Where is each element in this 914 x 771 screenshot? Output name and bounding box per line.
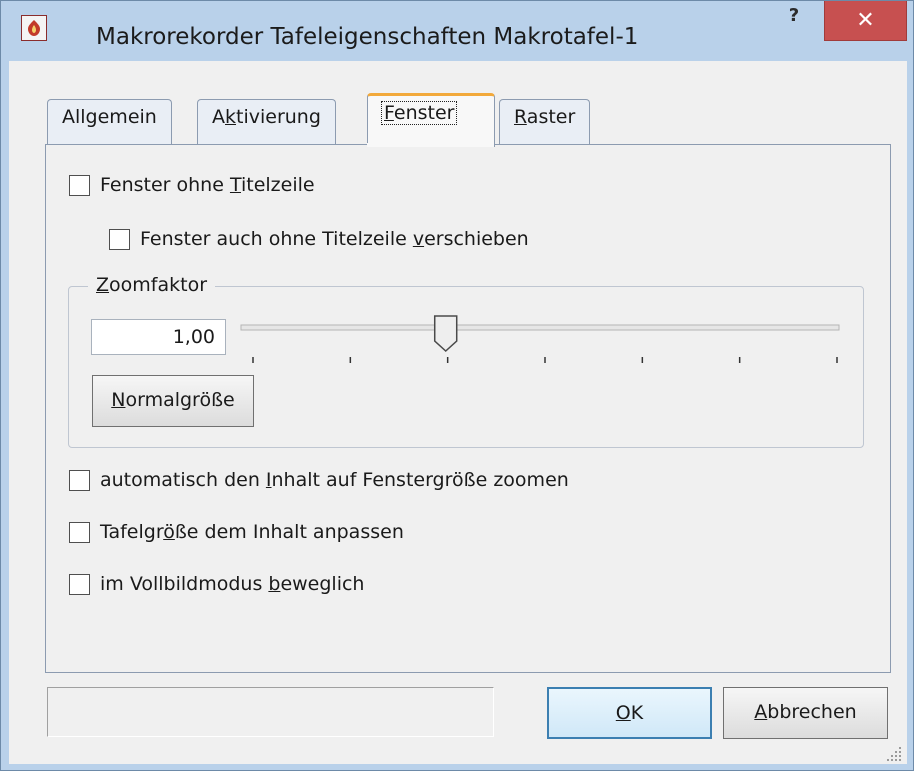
close-icon: ✕ <box>856 8 875 33</box>
cancel-button[interactable]: Abbrechen <box>723 687 888 739</box>
option-label: Tafelgröße dem Inhalt anpassen <box>100 521 404 543</box>
close-button[interactable]: ✕ <box>824 1 907 41</box>
checkbox[interactable] <box>69 469 90 491</box>
zoom-value-field[interactable]: 1,00 <box>91 319 226 355</box>
help-button[interactable]: ? <box>771 3 817 35</box>
option-label: Fenster auch ohne Titelzeile verschieben <box>140 228 529 250</box>
tab-raster[interactable]: Raster <box>499 99 591 145</box>
checkbox[interactable] <box>69 521 90 543</box>
zoom-slider[interactable] <box>235 313 845 365</box>
ok-button[interactable]: OK <box>547 687 712 739</box>
tab-fenster[interactable]: Fenster <box>367 93 495 147</box>
option-auto-zoom[interactable]: automatisch den Inhalt auf Fenstergröße … <box>69 469 569 491</box>
option-no-titlebar[interactable]: Fenster ohne Titelzeile <box>69 174 315 196</box>
dialog-window: Makrorekorder Tafeleigenschaften Makrota… <box>0 0 914 771</box>
slider-ticks <box>252 357 838 363</box>
status-field <box>47 687 494 737</box>
tab-label: Aktivierung <box>212 106 321 128</box>
option-fit-size[interactable]: Tafelgröße dem Inhalt anpassen <box>69 521 404 543</box>
slider-track <box>240 324 840 331</box>
checkbox[interactable] <box>109 228 130 250</box>
option-label: Fenster ohne Titelzeile <box>100 174 315 196</box>
normal-size-button[interactable]: Normalgröße <box>92 375 254 427</box>
app-icon[interactable] <box>21 15 47 41</box>
app-logo-icon <box>28 20 40 36</box>
zoom-group-title: Zoomfaktor <box>88 274 216 296</box>
window-title: Makrorekorder Tafeleigenschaften Makrota… <box>96 24 639 50</box>
resize-grip-icon[interactable] <box>885 745 903 763</box>
checkbox[interactable] <box>69 573 90 595</box>
option-fullscreen-movable[interactable]: im Vollbildmodus beweglich <box>69 573 364 595</box>
option-label: automatisch den Inhalt auf Fenstergröße … <box>100 469 569 491</box>
option-move-without-titlebar[interactable]: Fenster auch ohne Titelzeile verschieben <box>109 228 529 250</box>
tab-allgemein[interactable]: Allgemein <box>47 99 172 145</box>
tab-label: Fenster <box>380 101 458 125</box>
slider-thumb[interactable] <box>433 315 458 353</box>
tab-aktivierung[interactable]: Aktivierung <box>197 99 336 145</box>
tab-label: Allgemein <box>62 106 157 128</box>
title-bar[interactable]: Makrorekorder Tafeleigenschaften Makrota… <box>1 1 913 61</box>
option-label: im Vollbildmodus beweglich <box>100 573 365 595</box>
tab-label: Raster <box>514 106 576 128</box>
checkbox[interactable] <box>69 174 90 196</box>
dialog-client-area: Allgemein Aktivierung Fenster Raster Fen… <box>9 61 907 764</box>
